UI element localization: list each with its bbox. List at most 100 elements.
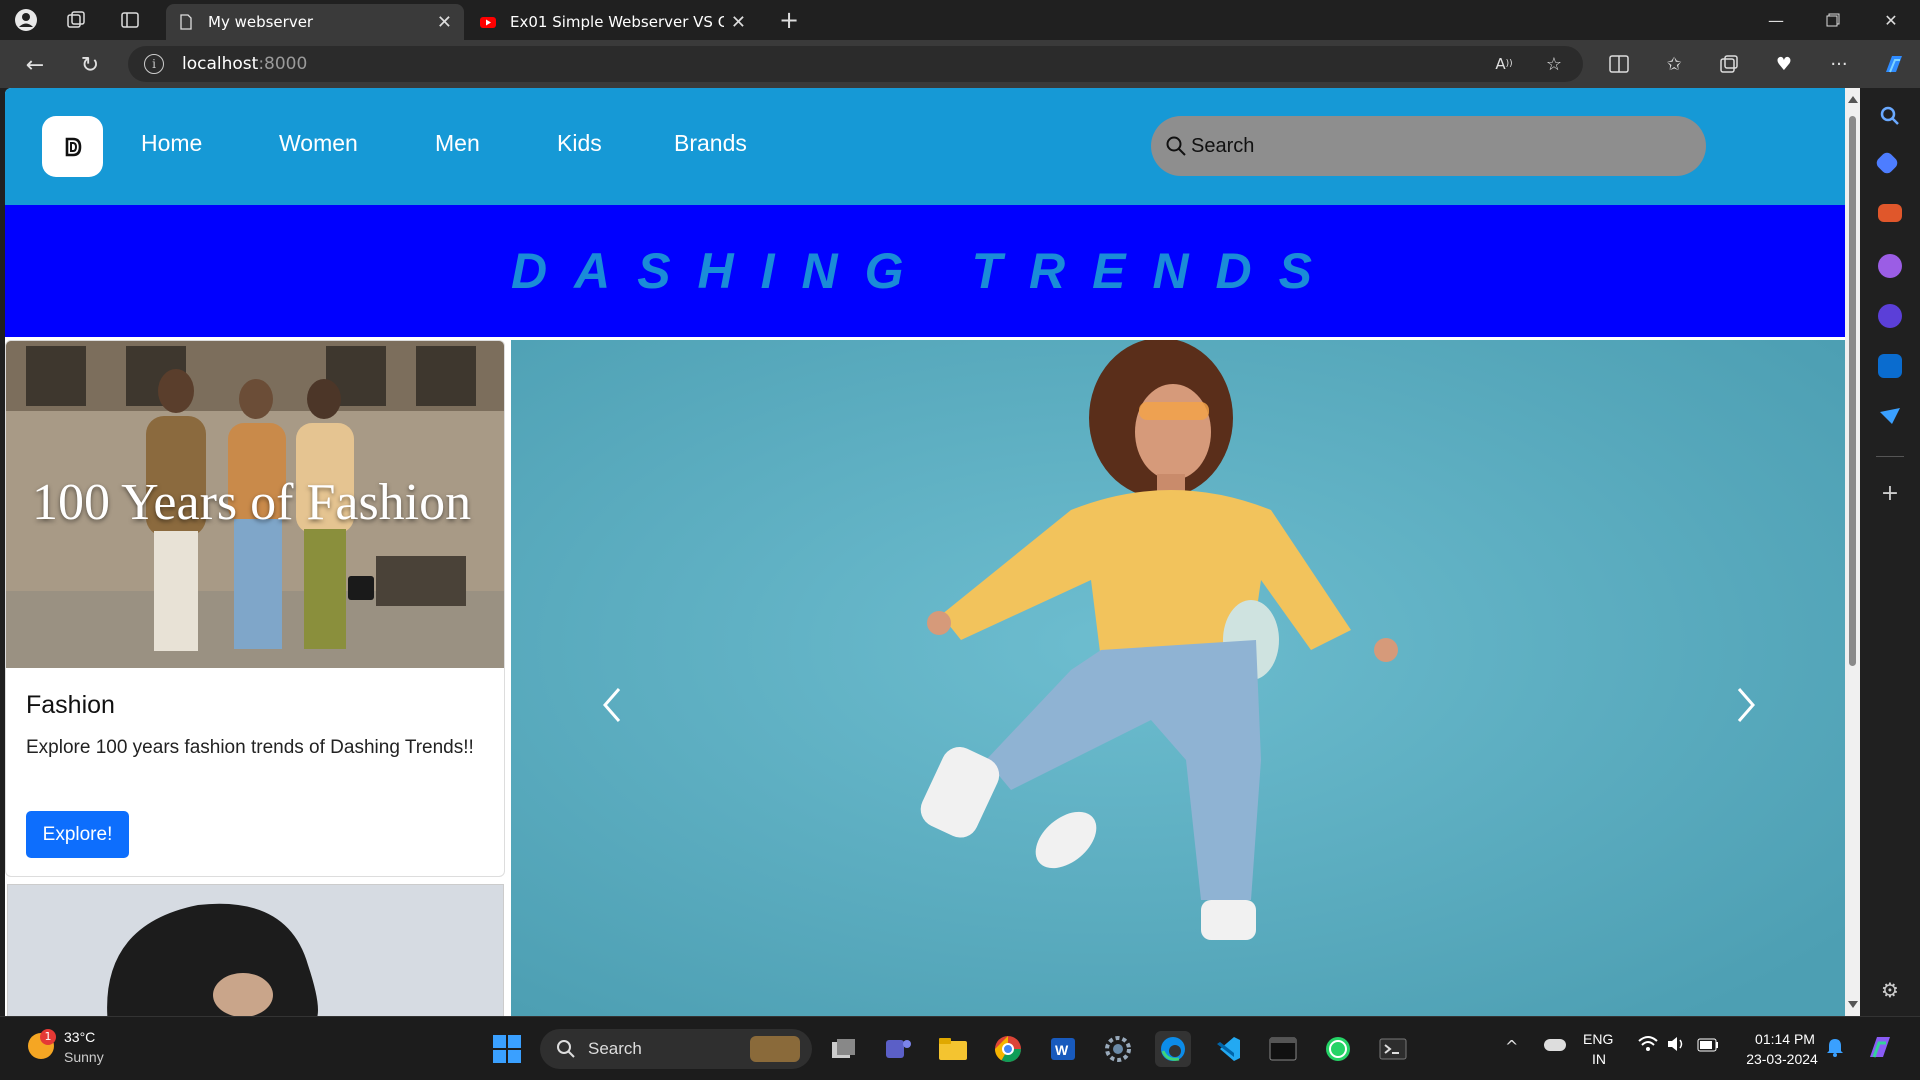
browser-essentials-icon[interactable]: ♥ xyxy=(1770,50,1798,78)
card-title: Fashion xyxy=(26,691,115,719)
chrome-icon[interactable] xyxy=(990,1031,1026,1067)
read-aloud-icon[interactable]: A)) xyxy=(1490,50,1518,78)
close-tab-icon[interactable]: ✕ xyxy=(437,12,452,33)
tab-title: Ex01 Simple Webserver VS Code xyxy=(510,13,724,31)
explore-button[interactable]: Explore! xyxy=(26,811,129,858)
shopping-tag-icon[interactable] xyxy=(1874,150,1900,176)
edge-icon[interactable] xyxy=(1155,1031,1191,1067)
carousel-prev-icon[interactable] xyxy=(597,685,627,725)
nav-brands[interactable]: Brands xyxy=(674,130,747,157)
taskbar-search[interactable]: Search xyxy=(540,1029,812,1069)
search-icon xyxy=(1166,136,1186,156)
tab-ex01[interactable]: Ex01 Simple Webserver VS Code ✕ xyxy=(468,4,758,40)
scroll-down-icon[interactable] xyxy=(1848,1001,1858,1008)
banner-title: DASHING TRENDS xyxy=(510,243,1340,299)
office-icon[interactable] xyxy=(1878,304,1902,328)
back-icon[interactable]: ← xyxy=(22,52,48,78)
file-explorer-icon[interactable] xyxy=(935,1031,971,1067)
weather-badge: 1 xyxy=(40,1029,56,1045)
tools-icon[interactable] xyxy=(1878,204,1902,222)
clock-time[interactable]: 01:14 PM xyxy=(1750,1031,1820,1047)
carousel-photo xyxy=(511,340,1845,1016)
lang-secondary[interactable]: IN xyxy=(1592,1051,1606,1067)
games-icon[interactable] xyxy=(1878,254,1902,278)
portrait-photo xyxy=(8,885,503,1016)
search-highlight-icon xyxy=(750,1036,800,1062)
svg-text:W: W xyxy=(1055,1042,1069,1058)
site-navbar: Home Women Men Kids Brands xyxy=(5,88,1845,205)
address-bar: ← ↻ i localhost:8000 A)) ☆ ✩ ♥ ··· xyxy=(0,40,1920,88)
terminal-window-icon[interactable] xyxy=(1265,1031,1301,1067)
terminal-icon[interactable] xyxy=(1375,1031,1411,1067)
card-image-caption: 100 Years of Fashion xyxy=(32,474,472,531)
card-text: Explore 100 years fashion trends of Dash… xyxy=(26,737,474,758)
site-logo[interactable] xyxy=(42,116,103,177)
nav-women[interactable]: Women xyxy=(279,130,358,157)
url-host: localhost xyxy=(182,54,259,74)
browser-tab-bar: My webserver ✕ Ex01 Simple Webserver VS … xyxy=(0,0,1920,40)
clock-date[interactable]: 23-03-2024 xyxy=(1740,1051,1824,1067)
nav-kids[interactable]: Kids xyxy=(557,130,602,157)
fashion-card: 100 Years of Fashion Fashion Explore 100… xyxy=(5,340,505,877)
nav-men[interactable]: Men xyxy=(435,130,480,157)
search-icon[interactable] xyxy=(1878,104,1902,128)
word-icon[interactable]: W xyxy=(1045,1031,1081,1067)
copilot-icon[interactable] xyxy=(1880,50,1908,78)
hero-carousel xyxy=(511,340,1845,1016)
onedrive-icon[interactable] xyxy=(1544,1039,1566,1051)
teams-icon[interactable] xyxy=(880,1031,916,1067)
settings-gear-icon[interactable]: ⚙ xyxy=(1878,978,1902,1002)
page-scrollbar[interactable] xyxy=(1845,88,1860,1016)
collections-icon[interactable] xyxy=(1715,50,1743,78)
weather-temp: 33°C xyxy=(64,1029,96,1045)
weather-desc: Sunny xyxy=(64,1049,104,1065)
volume-icon[interactable] xyxy=(1666,1035,1686,1057)
more-menu-icon[interactable]: ··· xyxy=(1825,50,1853,78)
vscode-icon[interactable] xyxy=(1210,1031,1246,1067)
favorites-icon[interactable]: ✩ xyxy=(1660,50,1688,78)
favorite-star-icon[interactable]: ☆ xyxy=(1540,50,1568,78)
page-viewport: Home Women Men Kids Brands DASHING TREND… xyxy=(5,88,1845,1016)
second-card-image xyxy=(7,884,504,1016)
vertical-tabs-icon[interactable] xyxy=(118,8,142,32)
settings-icon[interactable] xyxy=(1100,1031,1136,1067)
send-icon[interactable] xyxy=(1878,404,1902,428)
taskbar-search-label: Search xyxy=(588,1039,642,1058)
refresh-icon[interactable]: ↻ xyxy=(77,52,103,78)
close-window-icon[interactable]: ✕ xyxy=(1879,8,1903,32)
whatsapp-icon[interactable] xyxy=(1320,1031,1356,1067)
windows-start-icon[interactable] xyxy=(489,1031,525,1067)
nav-home[interactable]: Home xyxy=(141,130,202,157)
site-search[interactable] xyxy=(1151,116,1706,176)
scroll-thumb[interactable] xyxy=(1849,116,1856,666)
tab-title: My webserver xyxy=(208,13,314,31)
wifi-icon[interactable] xyxy=(1638,1035,1658,1057)
workspaces-icon[interactable] xyxy=(64,8,88,32)
scroll-up-icon[interactable] xyxy=(1848,96,1858,103)
close-tab-icon[interactable]: ✕ xyxy=(731,12,746,33)
windows-taskbar: 1 33°C Sunny Search W ^ ENG IN 01:14 PM … xyxy=(0,1016,1920,1080)
copilot-taskbar-icon[interactable] xyxy=(1866,1033,1894,1065)
url-port: :8000 xyxy=(258,54,308,74)
minimize-icon[interactable]: — xyxy=(1764,8,1788,32)
url-field[interactable]: i localhost:8000 xyxy=(128,46,1583,82)
card-image: 100 Years of Fashion xyxy=(6,341,504,668)
tray-overflow-icon[interactable]: ^ xyxy=(1505,1037,1518,1056)
battery-icon[interactable] xyxy=(1697,1037,1719,1056)
profile-icon[interactable] xyxy=(14,8,38,32)
new-tab-icon[interactable]: + xyxy=(777,6,801,34)
carousel-next-icon[interactable] xyxy=(1731,685,1761,725)
tab-my-webserver[interactable]: My webserver ✕ xyxy=(166,4,464,40)
task-view-icon[interactable] xyxy=(826,1031,862,1067)
edge-sidebar: + ⚙ xyxy=(1860,88,1920,1018)
outlook-icon[interactable] xyxy=(1878,354,1902,378)
add-icon[interactable]: + xyxy=(1878,482,1902,506)
split-screen-icon[interactable] xyxy=(1605,50,1633,78)
lang-primary[interactable]: ENG xyxy=(1583,1031,1613,1047)
site-info-icon[interactable]: i xyxy=(144,54,164,74)
restore-icon[interactable] xyxy=(1821,8,1845,32)
youtube-icon xyxy=(480,17,496,28)
search-icon xyxy=(557,1040,575,1058)
search-input[interactable] xyxy=(1191,134,1671,158)
notification-bell-icon[interactable] xyxy=(1826,1037,1844,1062)
